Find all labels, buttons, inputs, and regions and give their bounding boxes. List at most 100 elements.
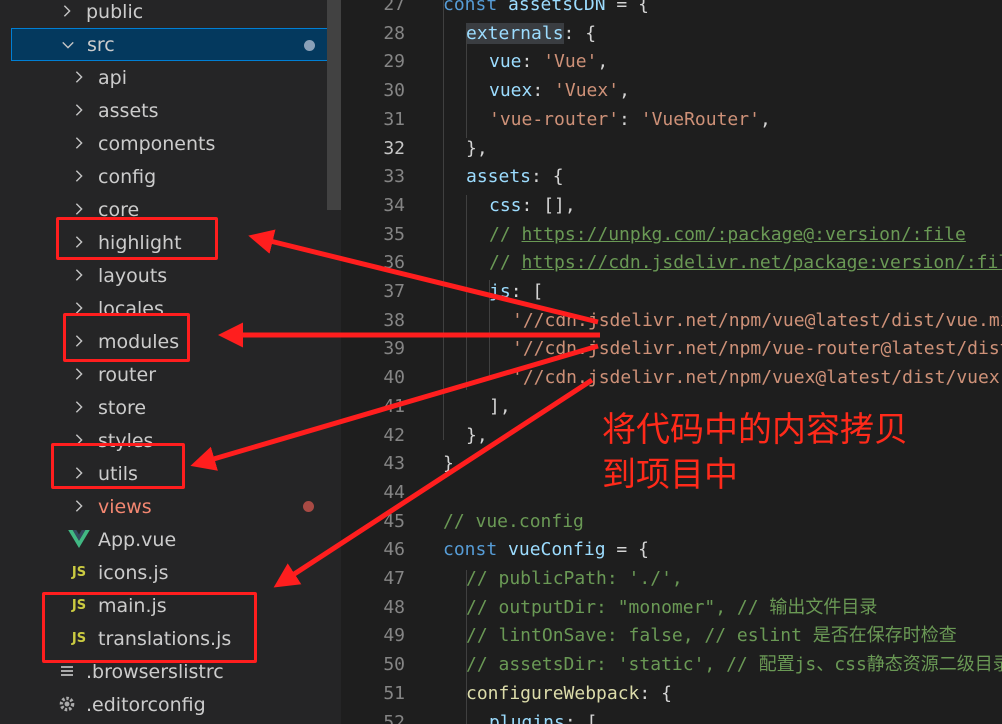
tree-item-public[interactable]: public xyxy=(11,0,341,28)
js-file-icon: JS xyxy=(71,564,87,580)
tree-item-label: .editorconfig xyxy=(86,693,206,716)
indent-guide xyxy=(443,0,444,440)
code-token: 'Vue' xyxy=(543,51,598,73)
line-number: 49 xyxy=(383,625,405,647)
annotation-line-2: 到项目中 xyxy=(602,455,738,495)
code-token: } xyxy=(443,453,454,475)
line-number: 35 xyxy=(383,223,405,245)
code-token: https://cdn.jsdelivr.net/package:version… xyxy=(521,252,1002,274)
code-line[interactable]: configureWebpack: { xyxy=(466,680,672,708)
tree-item-router[interactable]: router xyxy=(11,358,341,391)
code-token: : [ xyxy=(564,711,598,724)
code-token: js xyxy=(489,281,511,302)
line-number: 38 xyxy=(383,309,405,331)
chevron-right-icon[interactable] xyxy=(58,2,76,20)
tree-item-api[interactable]: api xyxy=(11,61,341,94)
chevron-right-icon[interactable] xyxy=(70,101,88,119)
chevron-down-icon[interactable] xyxy=(59,36,77,54)
tree-item-store[interactable]: store xyxy=(11,391,341,424)
code-line[interactable]: }, xyxy=(466,422,488,450)
code-token: : [], xyxy=(521,194,576,216)
code-line[interactable]: }, xyxy=(466,135,488,163)
tree-item-views[interactable]: views xyxy=(11,490,341,523)
indent-guide xyxy=(489,280,490,380)
chevron-right-icon[interactable] xyxy=(70,167,88,185)
code-token: externals xyxy=(466,22,564,44)
tree-item-assets[interactable]: assets xyxy=(11,94,341,127)
code-line[interactable]: } xyxy=(443,450,454,478)
code-editor[interactable]: 27 const assetsCDN = {28 externals: {29 vue… xyxy=(341,0,1002,724)
line-number: 30 xyxy=(383,80,405,102)
code-token: https://unpkg.com/:package@:version/:fil… xyxy=(521,223,966,245)
code-line[interactable]: // https://cdn.jsdelivr.net/package:vers… xyxy=(489,249,1002,277)
tree-item-label: router xyxy=(98,363,157,386)
chevron-right-icon[interactable] xyxy=(70,68,88,86)
code-line[interactable]: // vue.config xyxy=(443,508,584,536)
code-line[interactable]: ], xyxy=(489,393,511,421)
code-line[interactable]: vue: 'Vue', xyxy=(489,48,608,76)
code-token: const xyxy=(443,539,509,561)
code-line[interactable]: // lintOnSave: false, // eslint 是否在保存时检查 xyxy=(466,622,957,650)
code-line[interactable]: vuex: 'Vuex', xyxy=(489,77,630,105)
code-line[interactable]: // outputDir: "monomer", // 输出文件目录 xyxy=(466,594,877,622)
tree-item-label: store xyxy=(98,396,147,419)
code-line[interactable]: '//cdn.jsdelivr.net/npm/vue@latest/dist/… xyxy=(512,307,1002,335)
chevron-right-icon[interactable] xyxy=(70,266,88,284)
code-token: ], xyxy=(489,395,511,417)
code-line[interactable]: // https://unpkg.com/:package@:version/:… xyxy=(489,221,966,249)
chevron-right-icon[interactable] xyxy=(70,497,88,515)
chevron-right-icon[interactable] xyxy=(70,200,88,218)
tree-item-label: public xyxy=(86,0,144,23)
tree-item-editorconfig[interactable]: .editorconfig xyxy=(11,688,341,721)
chevron-right-icon[interactable] xyxy=(70,134,88,152)
line-number: 44 xyxy=(383,481,405,503)
line-number: 39 xyxy=(383,338,405,360)
tree-item-components[interactable]: components xyxy=(11,127,341,160)
highlight-box-modules xyxy=(63,313,190,362)
code-line[interactable]: 'vue-router': 'VueRouter', xyxy=(489,106,771,134)
chevron-right-icon[interactable] xyxy=(70,365,88,383)
code-line[interactable]: // publicPath: './', xyxy=(466,565,683,593)
code-token: // assetsDir: 'static', // 配置js、css静态资源二… xyxy=(466,654,1002,676)
tree-item-config[interactable]: config xyxy=(11,160,341,193)
tree-item-label: config xyxy=(98,165,157,188)
code-line[interactable]: '//cdn.jsdelivr.net/npm/vue-router@lates… xyxy=(512,335,1002,363)
highlight-box-js-files xyxy=(42,592,257,663)
tree-item-label: App.vue xyxy=(98,528,177,551)
code-token: : xyxy=(619,108,641,130)
code-token: // vue.config xyxy=(443,510,584,532)
tree-item-app-vue[interactable]: App.vue xyxy=(11,523,341,556)
tree-item-src[interactable]: src xyxy=(11,28,341,61)
code-token: configureWebpack xyxy=(466,682,640,704)
annotation-line-1: 将代码中的内容拷贝 xyxy=(602,410,908,450)
vue-icon xyxy=(68,529,90,549)
tree-item-layouts[interactable]: layouts xyxy=(11,259,341,292)
line-number: 46 xyxy=(383,539,405,561)
sidebar-scrollbar[interactable] xyxy=(327,0,341,210)
tree-item-label: .browserslistrc xyxy=(86,660,224,683)
code-line[interactable]: '//cdn.jsdelivr.net/npm/vuex@latest/dist… xyxy=(512,364,1002,392)
code-token: '//cdn.jsdelivr.net/npm/vue@latest/dist/… xyxy=(512,309,1002,331)
line-number: 47 xyxy=(383,568,405,589)
annotation-text: 将代码中的内容拷贝 到项目中 xyxy=(602,408,908,498)
line-number: 36 xyxy=(383,252,405,274)
code-line[interactable]: externals: { xyxy=(466,20,596,48)
code-line[interactable]: const vueConfig = { xyxy=(443,536,649,564)
code-token: : { xyxy=(563,22,597,44)
line-number: 32 xyxy=(383,137,405,159)
code-token: , xyxy=(597,51,609,73)
code-token: : { xyxy=(531,166,564,188)
code-line[interactable]: plugins: [ xyxy=(489,709,597,724)
line-number: 28 xyxy=(383,22,405,44)
code-line[interactable]: assets: { xyxy=(466,163,564,191)
code-line[interactable]: const assetsCDN = { xyxy=(443,0,649,19)
code-token: }, xyxy=(466,137,488,159)
code-line[interactable]: css: [], xyxy=(489,192,576,220)
tree-item-icons-js[interactable]: JS icons.js xyxy=(11,556,341,589)
code-line[interactable]: // assetsDir: 'static', // 配置js、css静态资源二… xyxy=(466,651,1002,679)
code-token: assetsCDN xyxy=(508,0,606,15)
code-line[interactable]: js: [ xyxy=(489,278,543,306)
line-number: 43 xyxy=(383,453,405,475)
line-number: 40 xyxy=(383,367,405,389)
chevron-right-icon[interactable] xyxy=(70,398,88,416)
